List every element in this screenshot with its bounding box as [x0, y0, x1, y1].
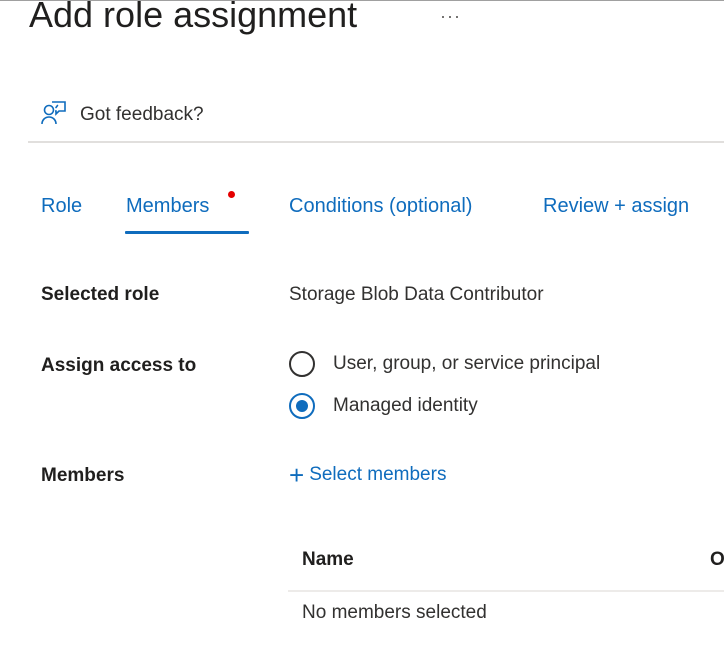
selected-role-label: Selected role [41, 284, 160, 305]
feedback-button[interactable]: Got feedback? [40, 98, 204, 131]
select-members-button[interactable]: + Select members [289, 462, 446, 488]
radio-label: Managed identity [333, 395, 478, 416]
person-feedback-icon [40, 98, 68, 131]
table-header-divider [288, 590, 724, 592]
radio-unchecked-icon[interactable] [289, 351, 315, 377]
tab-review-assign[interactable]: Review + assign [543, 195, 689, 218]
feedback-label: Got feedback? [80, 103, 204, 125]
radio-managed-identity[interactable]: Managed identity [289, 393, 478, 419]
tab-conditions[interactable]: Conditions (optional) [289, 195, 472, 218]
radio-user-group-principal[interactable]: User, group, or service principal [289, 351, 600, 377]
select-members-label: Select members [309, 464, 447, 485]
radio-label: User, group, or service principal [333, 353, 601, 374]
selected-role-value: Storage Blob Data Contributor [289, 284, 544, 305]
empty-members-message: No members selected [302, 602, 487, 623]
plus-icon: + [289, 460, 305, 490]
page-title: Add role assignment [29, 0, 358, 35]
tab-members[interactable]: Members [126, 195, 209, 218]
column-header-name[interactable]: Name [302, 549, 354, 571]
header-divider [28, 141, 724, 143]
assign-access-label: Assign access to [41, 355, 197, 376]
active-tab-underline [125, 231, 249, 234]
radio-checked-icon[interactable] [289, 393, 315, 419]
members-label: Members [41, 465, 125, 486]
column-header-object[interactable]: O [710, 549, 724, 571]
required-indicator-dot [228, 191, 235, 198]
more-options-button[interactable]: ··· [440, 6, 461, 27]
tab-role[interactable]: Role [41, 195, 82, 218]
